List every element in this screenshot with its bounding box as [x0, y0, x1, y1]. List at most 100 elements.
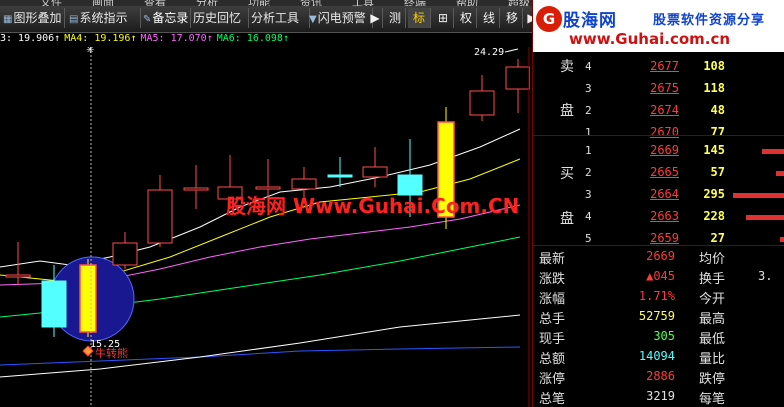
order-volume: 48	[710, 103, 725, 117]
order-volume: 27	[710, 231, 725, 245]
quote-stat-row: 总额 14094 量比	[533, 347, 784, 368]
volume-bar	[746, 215, 784, 220]
stat-label-2: 换手	[699, 272, 726, 287]
buy-order-row[interactable]: 4 2663 228	[533, 206, 784, 229]
order-level: 3	[585, 188, 592, 201]
quote-stat-row: 涨跌 ▲045 换手 3.	[533, 267, 784, 288]
sell-order-row[interactable]: 2 2674 48	[533, 100, 784, 123]
stat-label-2: 最低	[699, 332, 726, 347]
order-level: 2	[585, 166, 592, 179]
memo-button[interactable]: ✎备忘录	[140, 8, 191, 28]
crosshair-marker: ✳	[86, 47, 94, 56]
overlay-graph-button[interactable]: ▦图形叠加	[0, 8, 65, 28]
grid-icon[interactable]: ⊞	[433, 8, 454, 28]
stat-label: 涨停	[539, 372, 566, 387]
order-price: 2677	[650, 59, 679, 73]
line-button[interactable]: 线	[479, 8, 500, 28]
play-icon[interactable]: ▶	[368, 8, 383, 28]
order-price: 2670	[650, 125, 679, 139]
stat-label-2: 跌停	[699, 372, 726, 387]
flash-icon: ▼	[309, 14, 317, 25]
stats-divider	[533, 245, 784, 246]
history-recall-button[interactable]: 历史回忆	[190, 8, 249, 28]
memo-label: 备忘录	[152, 11, 189, 25]
overlay-icon: ▦	[3, 14, 13, 25]
sell-order-row[interactable]: 4 2677 108	[533, 56, 784, 79]
indicator-icon: ▤	[69, 14, 79, 25]
stat-label-2: 每笔	[699, 392, 726, 407]
volume-bar	[762, 149, 784, 154]
kline-chart[interactable]: ✳ 24.29 15.25 牛转熊	[0, 47, 530, 407]
flash-alert-button[interactable]: ▼闪电预警	[306, 8, 373, 28]
logo-tagline: 股票软件资源分享	[653, 13, 766, 28]
candle-body-up	[469, 90, 495, 116]
system-indicator-label: 系统指示	[79, 11, 128, 25]
analysis-tools-button[interactable]: 分析工具	[248, 8, 310, 28]
quote-stat-row: 现手 305 最低	[533, 327, 784, 348]
ma-legend-item: MA5: 17.070↑	[140, 33, 213, 44]
volume-bar	[780, 237, 784, 242]
buy-order-row[interactable]: 2 2665 57	[533, 162, 784, 185]
order-level: 2	[585, 104, 592, 117]
stat-label-2: 量比	[699, 352, 726, 367]
sell-order-row[interactable]: 3 2675 118	[533, 78, 784, 101]
trading-window: 文件画面查看分析功能资讯工具终端帮助超级 ▦图形叠加 ▤系统指示 ✎备忘录 历史…	[0, 0, 784, 407]
candle-body-up	[255, 186, 281, 190]
stat-label: 总额	[539, 352, 566, 367]
order-level: 1	[585, 144, 592, 157]
candle-body-down	[41, 280, 67, 328]
site-logo: G 股海网 股票软件资源分享 www.Guhai.com.cn	[533, 0, 784, 52]
order-volume: 295	[703, 187, 725, 201]
move-button[interactable]: 移	[502, 8, 523, 28]
orderbook-divider	[533, 135, 784, 136]
stat-label-2: 今开	[699, 292, 726, 307]
high-price-pointer	[504, 48, 519, 53]
watermark-text: 股海网 Www.Guhai.Com.CN	[226, 194, 520, 218]
ma-line-5	[0, 346, 521, 366]
volume-bar	[776, 171, 784, 176]
candle-body-up	[112, 242, 138, 266]
candle-body-up	[147, 189, 173, 244]
candle-body-up	[183, 187, 209, 191]
buy-order-row[interactable]: 3 2664 295	[533, 184, 784, 207]
mark-button[interactable]: 标	[408, 8, 431, 28]
order-level: 1	[585, 126, 592, 139]
quote-stat-row: 涨幅 1.71% 今开	[533, 287, 784, 308]
candle-body-up	[362, 166, 388, 178]
toolbar: ▦图形叠加 ▤系统指示 ✎备忘录 历史回忆 分析工具 ▼闪电预警 ▶ 测 标 ⊞…	[0, 6, 560, 33]
candle-body-up	[505, 66, 530, 90]
stat-value: 2669	[646, 249, 675, 263]
candle-body-highlight	[79, 264, 97, 333]
candle-body-down	[327, 174, 353, 178]
order-price: 2659	[650, 231, 679, 245]
quote-stat-row: 总笔 3219 每笔	[533, 387, 784, 407]
quote-stat-row: 总手 52759 最高	[533, 307, 784, 328]
order-level: 5	[585, 232, 592, 245]
stat-label-2: 最高	[699, 312, 726, 327]
rights-button[interactable]: 权	[456, 8, 477, 28]
order-volume: 145	[703, 143, 725, 157]
ma-legend: 3: 19.906↑ MA4: 19.196↑ MA5: 17.070↑ MA6: 1…	[0, 33, 540, 47]
measure-button[interactable]: 测	[385, 8, 406, 28]
volume-bar	[733, 193, 784, 198]
order-level: 4	[585, 60, 592, 73]
history-recall-label: 历史回忆	[193, 11, 242, 25]
analysis-tools-label: 分析工具	[251, 11, 300, 25]
order-price: 2675	[650, 81, 679, 95]
stat-label: 涨幅	[539, 292, 566, 307]
ma-legend-item: MA4: 19.196↑	[64, 33, 137, 44]
order-volume: 108	[703, 59, 725, 73]
stat-value: 2886	[646, 369, 675, 383]
flash-alert-label: 闪电预警	[317, 11, 366, 25]
logo-url: www.Guhai.com.cn	[569, 30, 731, 48]
logo-main-text: 股海网	[563, 11, 617, 31]
system-indicator-button[interactable]: ▤系统指示	[66, 8, 141, 28]
buy-order-row[interactable]: 1 2669 145	[533, 140, 784, 163]
stat-value-2: 3.	[758, 269, 773, 283]
logo-emblem-icon: G	[536, 6, 562, 32]
stat-label-2: 均价	[699, 252, 726, 267]
quote-stat-row: 最新 2669 均价	[533, 247, 784, 268]
stat-label: 总笔	[539, 392, 566, 407]
order-price: 2664	[650, 187, 679, 201]
ma-legend-item: 3: 19.906↑	[0, 33, 61, 44]
